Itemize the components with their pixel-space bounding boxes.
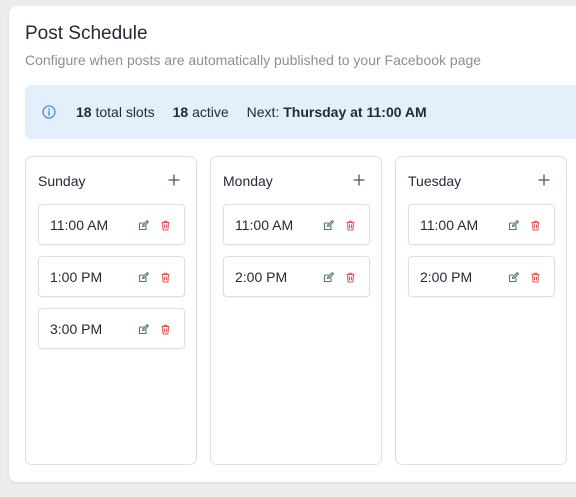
add-slot-button[interactable] [168, 174, 180, 186]
trash-icon[interactable] [345, 272, 356, 283]
edit-icon[interactable] [323, 272, 334, 283]
active-slots-count: 18 [172, 104, 189, 120]
trash-icon[interactable] [160, 272, 171, 283]
edit-icon[interactable] [138, 272, 149, 283]
next-post-summary: Next: Thursday at 11:00 AM [247, 104, 427, 120]
time-slot[interactable]: 3:00 PM [38, 308, 185, 349]
trash-icon[interactable] [160, 220, 171, 231]
trash-icon[interactable] [160, 324, 171, 335]
day-column-monday: Monday 11:00 AM 2:00 PM [210, 156, 382, 465]
plus-icon [168, 174, 180, 186]
day-name: Sunday [38, 173, 86, 189]
trash-icon[interactable] [345, 220, 356, 231]
slot-time: 2:00 PM [420, 269, 473, 285]
edit-icon[interactable] [508, 272, 519, 283]
day-name: Tuesday [408, 173, 462, 189]
slot-time: 3:00 PM [50, 321, 103, 337]
time-slot[interactable]: 2:00 PM [223, 256, 370, 297]
time-slot[interactable]: 11:00 AM [223, 204, 370, 245]
total-slots-count: 18 [76, 104, 92, 120]
time-slot[interactable]: 11:00 AM [408, 204, 555, 245]
plus-icon [538, 174, 550, 186]
next-post-value: Thursday at 11:00 AM [283, 104, 427, 120]
trash-icon[interactable] [530, 220, 541, 231]
total-slots-label: total slots [95, 104, 155, 120]
slot-time: 11:00 AM [420, 217, 479, 233]
page-title: Post Schedule [25, 23, 148, 44]
page-subtitle: Configure when posts are automatically p… [25, 52, 482, 68]
edit-icon[interactable] [138, 220, 149, 231]
slot-time: 1:00 PM [50, 269, 103, 285]
slot-time: 2:00 PM [235, 269, 288, 285]
day-column-tuesday: Tuesday 11:00 AM 2:00 PM [395, 156, 567, 465]
schedule-summary-bar: 18 total slots 18 active Next: Thursday … [25, 85, 576, 139]
day-column-sunday: Sunday 11:00 AM 1:00 PM 3:00 PM [25, 156, 197, 465]
slot-time: 11:00 AM [235, 217, 294, 233]
trash-icon[interactable] [530, 272, 541, 283]
time-slot[interactable]: 1:00 PM [38, 256, 185, 297]
day-name: Monday [223, 173, 273, 189]
time-slot[interactable]: 2:00 PM [408, 256, 555, 297]
info-icon [42, 105, 56, 119]
edit-icon[interactable] [323, 220, 334, 231]
add-slot-button[interactable] [353, 174, 365, 186]
add-slot-button[interactable] [538, 174, 550, 186]
active-slots-summary: 18 active [173, 104, 229, 120]
time-slot[interactable]: 11:00 AM [38, 204, 185, 245]
edit-icon[interactable] [138, 324, 149, 335]
post-schedule-card: Post Schedule Configure when posts are a… [9, 6, 576, 482]
plus-icon [353, 174, 365, 186]
active-slots-label: active [192, 104, 229, 120]
slot-time: 11:00 AM [50, 217, 109, 233]
total-slots-summary: 18 total slots [76, 104, 155, 120]
edit-icon[interactable] [508, 220, 519, 231]
next-post-label: Next: [246, 104, 280, 120]
